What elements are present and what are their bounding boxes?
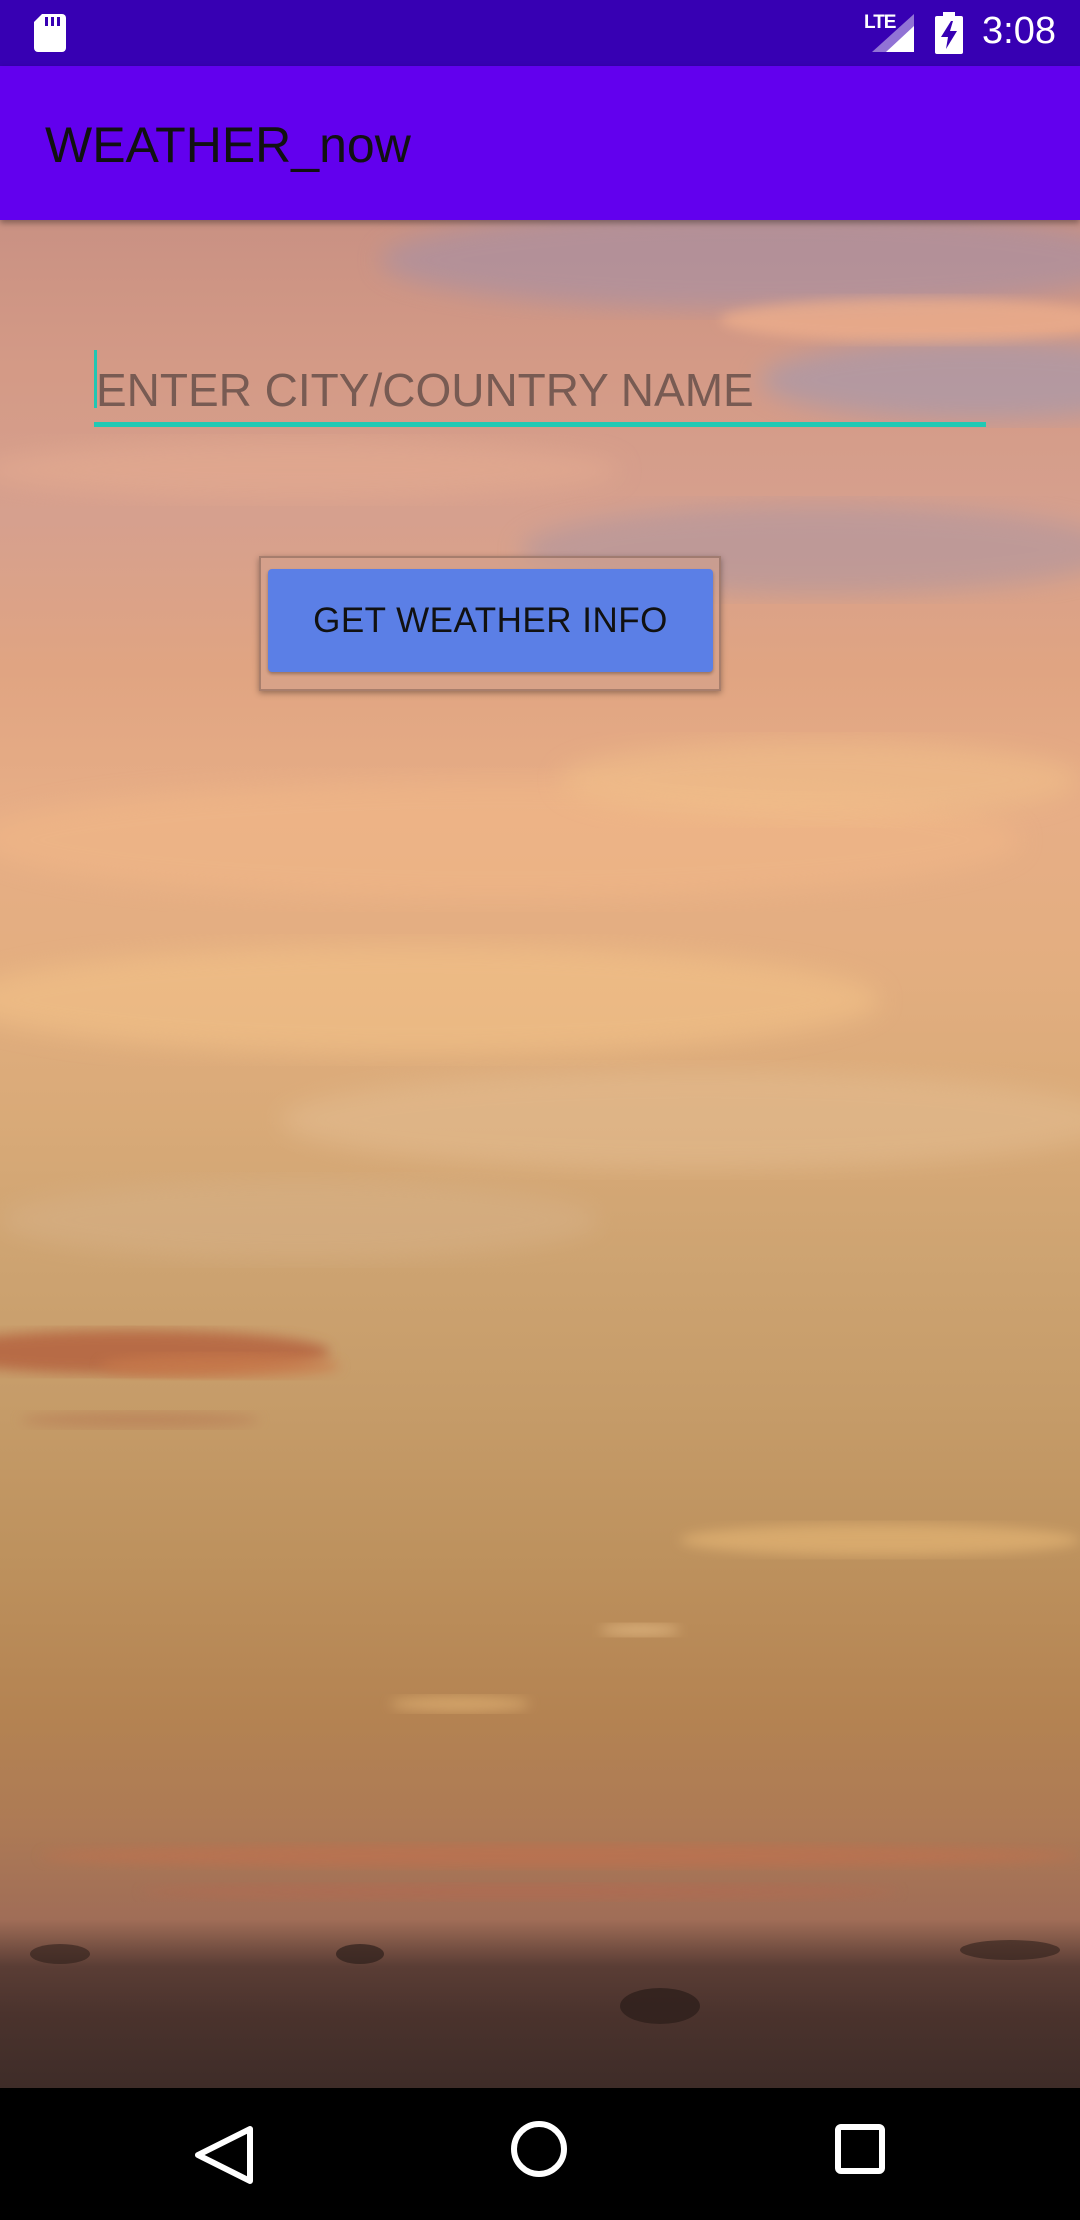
screen: LTE 3:08 WEATHER_now ENTER CITY/COUNTRY … bbox=[0, 0, 1080, 2220]
main-content: GET WEATHER INFO bbox=[0, 220, 1080, 2088]
city-search-input[interactable] bbox=[94, 350, 986, 430]
status-bar: LTE 3:08 bbox=[0, 0, 1080, 66]
status-clock: 3:08 bbox=[982, 10, 1056, 52]
input-underline bbox=[94, 422, 986, 427]
back-icon[interactable] bbox=[188, 2124, 258, 2186]
app-bar: WEATHER_now bbox=[0, 66, 1080, 220]
home-icon[interactable] bbox=[508, 2118, 570, 2180]
signal-icon bbox=[872, 14, 914, 52]
text-cursor bbox=[94, 350, 97, 408]
navigation-bar bbox=[0, 2088, 1080, 2220]
city-input-container bbox=[94, 350, 986, 450]
app-title: WEATHER_now bbox=[45, 117, 411, 173]
battery-charging-icon bbox=[935, 12, 963, 54]
recents-icon[interactable] bbox=[834, 2123, 886, 2175]
sunset-background-image bbox=[0, 220, 1080, 2024]
sd-card-icon bbox=[34, 14, 66, 52]
get-weather-button[interactable]: GET WEATHER INFO bbox=[268, 569, 713, 672]
